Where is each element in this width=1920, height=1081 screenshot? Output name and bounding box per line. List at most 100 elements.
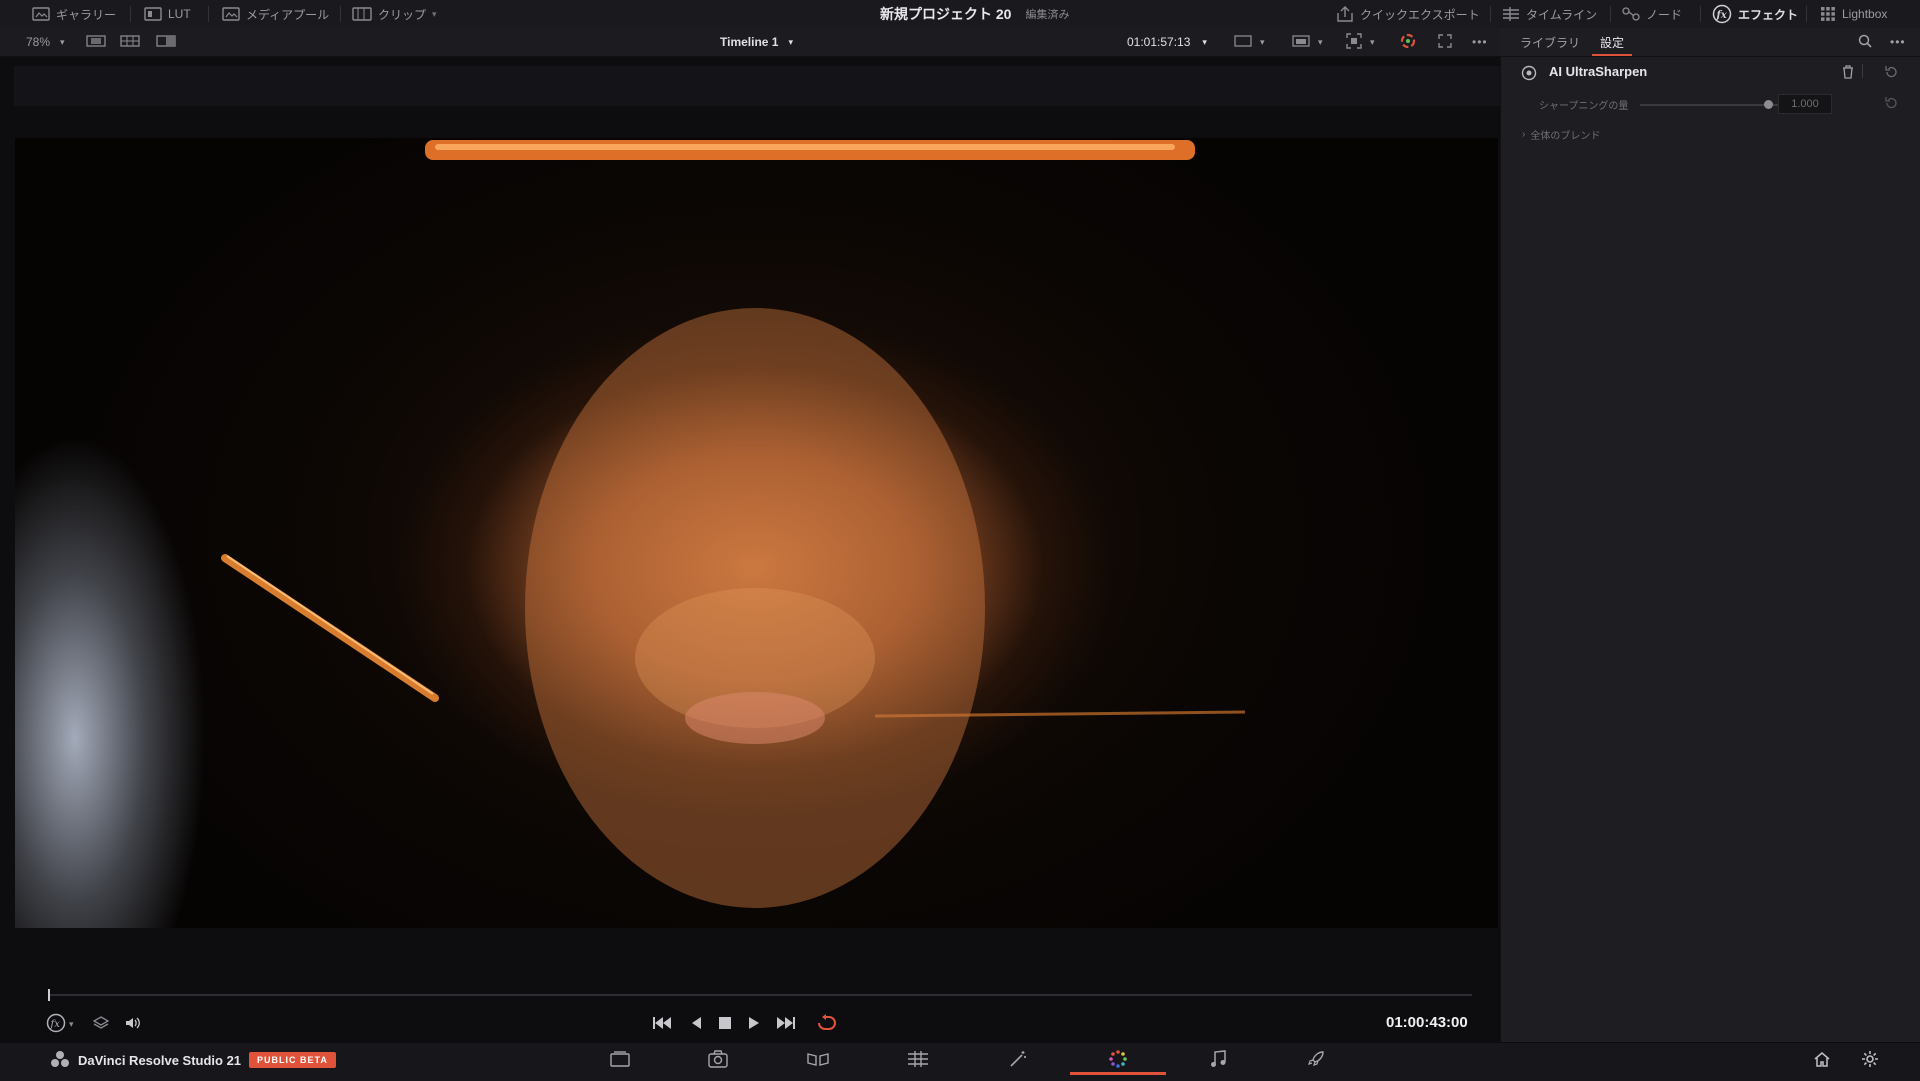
grid-view-button[interactable] [120,28,140,56]
inspector-tabs: ライブラリ 設定 ••• [1500,28,1920,57]
page-color-button[interactable] [998,1046,1038,1074]
quickexport-button[interactable]: クイックエクスポート [1336,0,1480,28]
color-wheel-icon [1400,33,1416,52]
active-page-indicator [1070,1072,1166,1075]
sharpen-amount-slider[interactable] [1640,104,1780,106]
effects-toggle-button[interactable]: fx エフェクト [1712,0,1798,28]
transform-icon [1346,32,1362,52]
chevron-down-icon: ▾ [1370,36,1375,47]
tab-settings[interactable]: 設定 [1600,28,1624,56]
split-view-button[interactable] [156,28,176,56]
viewer-options-button[interactable]: ••• [1472,28,1488,56]
edit-page-icon [806,1051,830,1070]
more-options-icon: ••• [1472,35,1488,49]
zoom-dropdown[interactable]: 78% ▾ [26,28,65,56]
source-timecode-dropdown[interactable]: 01:01:57:13 ▾ [1127,28,1207,56]
fullscreen-icon [1438,33,1452,51]
viewer-frame-image[interactable] [15,138,1498,928]
page-edit-button[interactable] [798,1046,838,1074]
timeline-name: Timeline 1 [720,35,779,49]
fusion-page-icon [907,1050,929,1071]
fx-bypass-dropdown[interactable]: fx ▾ [46,1010,74,1038]
inspector-options-button[interactable]: ••• [1890,28,1906,56]
go-to-end-button[interactable] [776,1010,796,1038]
divider [1862,64,1863,78]
reset-param-button[interactable] [1884,96,1898,113]
lightbox-label: Lightbox [1842,7,1888,21]
page-cut-button[interactable] [698,1046,738,1074]
page-deliver-button[interactable] [1296,1046,1336,1074]
fx-icon: fx [46,1013,66,1036]
transform-dropdown[interactable]: ▾ [1346,28,1375,56]
home-button[interactable] [1802,1046,1842,1074]
layers-icon [92,1015,110,1034]
global-blend-section[interactable]: › 全体のブレンド [1522,126,1600,142]
clips-button[interactable]: クリップ ▾ [352,0,437,28]
clips-label: クリップ [378,7,427,22]
reset-effect-button[interactable] [1884,65,1898,82]
gear-icon [1861,1050,1879,1071]
audio-button[interactable] [124,1010,142,1038]
app-branding: DaVinci Resolve Studio 21 PUBLIC BETA [50,1046,336,1074]
color-page-icon [1108,1049,1128,1072]
viewer-letterbox [14,66,1500,106]
grid-view-icon [120,34,140,50]
loop-button[interactable] [815,1010,837,1038]
page-media-button[interactable] [600,1046,640,1074]
lut-button[interactable]: LUT [144,0,191,28]
timeline-selector[interactable]: Timeline 1 ▾ [720,28,793,56]
viewer-mode-icon [1234,34,1252,51]
svg-text:fx: fx [1716,10,1728,21]
source-timecode: 01:01:57:13 [1127,35,1191,49]
go-to-start-button[interactable] [652,1010,672,1038]
media-page-icon [610,1050,630,1070]
toggle-icon [1521,65,1537,84]
nodes-toggle-button[interactable]: ノード [1622,0,1682,28]
mediapool-icon [222,7,240,21]
inspector-search-button[interactable] [1858,28,1872,56]
overlay-dropdown[interactable]: ▾ [1292,28,1323,56]
playhead[interactable] [48,989,50,1001]
viewer-mode-dropdown[interactable]: ▾ [1234,28,1265,56]
delete-effect-button[interactable] [1842,65,1854,82]
quickexport-label: クイックエクスポート [1360,7,1480,22]
tab-library[interactable]: ライブラリ [1520,28,1580,56]
gallery-button[interactable]: ギャラリー [32,0,116,28]
timeline-scrubber[interactable] [48,994,1472,996]
fullscreen-button[interactable] [1438,28,1452,56]
page-fairlight-button[interactable] [1198,1046,1238,1074]
project-title-area: 新規プロジェクト 20 編集済み [880,0,1069,28]
stop-button[interactable] [718,1010,732,1038]
timeline-toggle-button[interactable]: タイムライン [1502,0,1597,28]
mediapool-button[interactable]: メディアプール [222,0,329,28]
effect-name: AI UltraSharpen [1549,64,1648,79]
effect-enable-toggle[interactable] [1521,65,1537,84]
overlay-icon [1292,34,1310,51]
color-scope-button[interactable] [1400,28,1416,56]
search-icon [1858,34,1872,51]
resolve-logo-icon [50,1050,70,1071]
single-view-button[interactable] [86,28,106,56]
slider-knob[interactable] [1764,100,1773,109]
reset-icon [1884,97,1898,113]
lightbox-toggle-button[interactable]: Lightbox [1820,0,1887,28]
project-status: 編集済み [1025,9,1070,21]
single-view-icon [86,34,106,50]
settings-button[interactable] [1850,1046,1890,1074]
reverse-play-button[interactable] [690,1010,702,1038]
sharpen-amount-value[interactable]: 1.000 [1778,94,1832,114]
play-button[interactable] [748,1010,760,1038]
lut-icon [144,7,162,21]
layers-button[interactable] [92,1010,110,1038]
speaker-icon [124,1015,142,1034]
sharpen-amount-row: シャープニングの量 1.000 [1512,94,1912,114]
viewer-toolbar: 78% ▾ Timeline 1 ▾ 01:01:57:13 ▾ ▾ ▾ ▾ •… [0,28,1500,57]
chevron-down-icon: ▾ [60,36,65,47]
gallery-label: ギャラリー [56,7,117,22]
page-fusion-button[interactable] [898,1046,938,1074]
page-color-wheels-button[interactable] [1098,1046,1138,1074]
app-name: DaVinci Resolve Studio 21 [78,1052,242,1068]
current-timecode: 01:00:43:00 [1386,1014,1468,1031]
svg-text:fx: fx [50,1019,61,1030]
home-icon [1814,1051,1830,1070]
